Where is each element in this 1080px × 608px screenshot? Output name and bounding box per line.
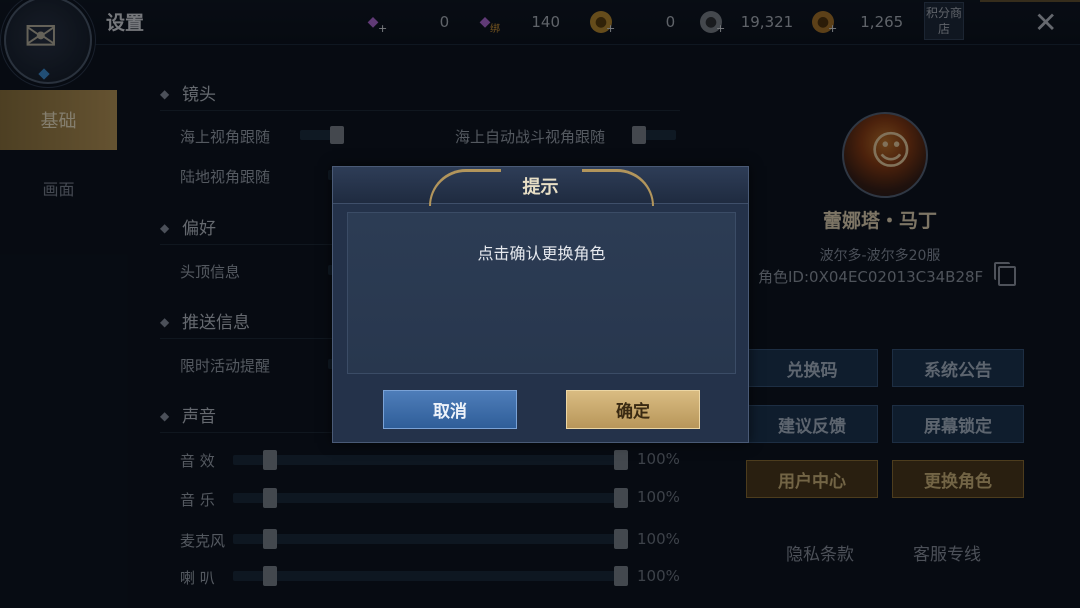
- cancel-button[interactable]: 取消: [383, 390, 517, 429]
- confirm-dialog: 提示 点击确认更换角色 取消 确定: [332, 166, 749, 443]
- dialog-body: 点击确认更换角色: [347, 212, 736, 374]
- dialog-message: 点击确认更换角色: [477, 244, 606, 263]
- confirm-button[interactable]: 确定: [566, 390, 700, 429]
- dialog-title: 提示: [522, 177, 559, 198]
